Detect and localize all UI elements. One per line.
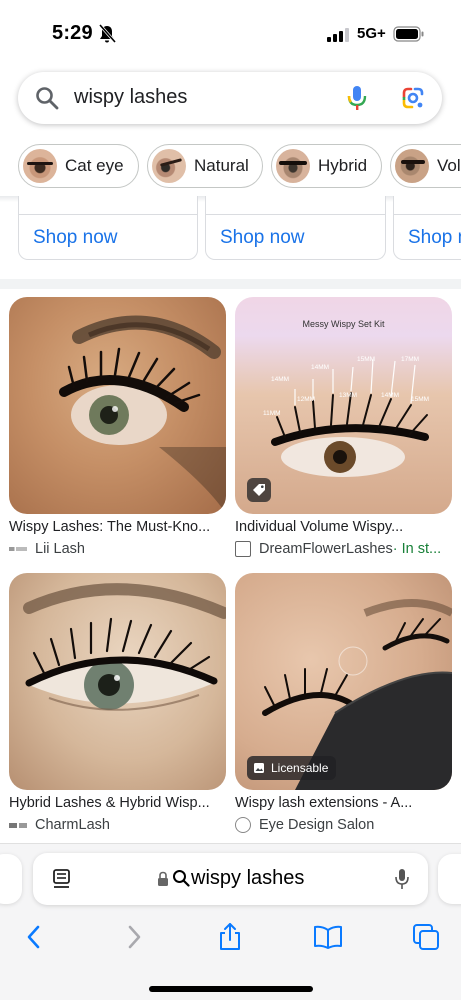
source-logo-icon: [9, 822, 27, 828]
svg-text:13MM: 13MM: [339, 392, 357, 399]
search-input[interactable]: wispy lashes: [74, 86, 187, 109]
svg-text:14MM: 14MM: [381, 392, 399, 399]
chip-thumbnail: [276, 149, 310, 183]
card-divider: [394, 214, 461, 215]
shopping-tag-badge: [247, 478, 271, 502]
svg-text:14MM: 14MM: [311, 364, 329, 371]
shop-now-link[interactable]: Shop n: [408, 227, 461, 249]
status-time: 5:29: [52, 22, 93, 44]
mic-icon[interactable]: [346, 84, 368, 112]
stock-status: · In st...: [392, 541, 442, 557]
bookmarks-button[interactable]: [308, 919, 348, 955]
mic-icon[interactable]: [394, 867, 410, 891]
card-divider: [206, 214, 385, 215]
next-tab-edge[interactable]: [438, 854, 461, 904]
result-source[interactable]: DreamFlowerLashes · In st...: [235, 541, 452, 557]
share-icon: [220, 923, 240, 950]
image-result[interactable]: Hybrid Lashes & Hybrid Wisp... CharmLash: [9, 573, 226, 833]
image-icon: [254, 763, 264, 773]
search-icon: [173, 870, 190, 887]
tag-icon: [253, 484, 265, 496]
card-divider: [19, 214, 197, 215]
shop-now-link[interactable]: Shop now: [220, 227, 305, 249]
network-label: 5G+: [357, 25, 386, 42]
chip-thumbnail: [152, 149, 186, 183]
licensable-badge[interactable]: Licensable: [247, 756, 337, 780]
lock-icon: [158, 871, 168, 886]
chip-label: Natural: [194, 156, 249, 175]
result-title[interactable]: Wispy lash extensions - A...: [235, 795, 452, 811]
svg-text:17MM: 17MM: [401, 356, 419, 363]
filter-chip-row: Cat eye Natural Hybrid Volu: [0, 144, 461, 190]
svg-text:12MM: 12MM: [297, 396, 315, 403]
image-result[interactable]: Licensable Wispy lash extensions - A... …: [235, 573, 452, 833]
source-logo-icon: [9, 547, 27, 551]
chip-label: Hybrid: [318, 156, 368, 175]
previous-tab-edge[interactable]: [0, 854, 22, 904]
address-bar[interactable]: wispy lashes: [33, 853, 428, 905]
chip-label: Volu: [437, 156, 461, 175]
shopping-card[interactable]: Shop n: [393, 196, 461, 260]
result-title[interactable]: Individual Volume Wispy...: [235, 519, 452, 535]
source-name: Eye Design Salon: [259, 817, 375, 833]
shop-now-link[interactable]: Shop now: [33, 227, 118, 249]
search-bar[interactable]: wispy lashes: [18, 72, 442, 124]
bell-slash-icon: [98, 24, 116, 43]
result-title[interactable]: Hybrid Lashes & Hybrid Wisp...: [9, 795, 226, 811]
home-indicator[interactable]: [149, 986, 313, 992]
chevron-right-icon: [128, 925, 141, 949]
image-result[interactable]: Wispy Lashes: The Must-Kno... Lii Lash: [9, 297, 226, 557]
back-button[interactable]: [14, 919, 54, 955]
source-name: DreamFlowerLashes: [259, 541, 393, 557]
source-logo-icon: [235, 541, 251, 557]
book-icon: [314, 925, 342, 949]
licensable-label: Licensable: [271, 761, 329, 775]
shopping-card[interactable]: Shop now: [18, 196, 198, 260]
result-title[interactable]: Wispy Lashes: The Must-Kno...: [9, 519, 226, 535]
svg-text:15MM: 15MM: [357, 356, 375, 363]
chip-cat-eye[interactable]: Cat eye: [18, 144, 139, 188]
search-icon[interactable]: [34, 85, 60, 111]
chip-thumbnail: [395, 149, 429, 183]
source-logo-icon: [235, 817, 251, 833]
status-bar: 5:29 5G+: [0, 0, 461, 62]
forward-button[interactable]: [114, 919, 154, 955]
source-name: CharmLash: [35, 817, 110, 833]
result-image[interactable]: [9, 573, 226, 790]
address-text[interactable]: wispy lashes: [191, 867, 304, 890]
signal-icon: [327, 28, 349, 42]
result-image[interactable]: Licensable: [235, 573, 452, 790]
eye-illustration: [59, 315, 226, 514]
lens-camera-icon[interactable]: [400, 85, 426, 111]
shopping-card[interactable]: Shop now: [205, 196, 386, 260]
svg-text:14MM: 14MM: [271, 376, 289, 383]
chip-thumbnail: [23, 149, 57, 183]
result-source[interactable]: Eye Design Salon: [235, 817, 452, 833]
tabs-icon: [413, 924, 439, 950]
chip-label: Cat eye: [65, 156, 124, 175]
chip-volume[interactable]: Volu: [390, 144, 461, 188]
result-source[interactable]: CharmLash: [9, 817, 226, 833]
svg-text:15MM: 15MM: [411, 396, 429, 403]
tabs-button[interactable]: [406, 919, 446, 955]
chip-hybrid[interactable]: Hybrid: [271, 144, 382, 188]
result-image[interactable]: Messy Wispy Set Kit 11MM 14MM 12MM 14MM …: [235, 297, 452, 514]
image-result[interactable]: Messy Wispy Set Kit 11MM 14MM 12MM 14MM …: [235, 297, 452, 557]
eye-illustration: [23, 583, 226, 711]
chip-natural[interactable]: Natural: [147, 144, 263, 188]
share-button[interactable]: [210, 919, 250, 955]
result-image[interactable]: [9, 297, 226, 514]
chevron-left-icon: [27, 925, 40, 949]
result-source[interactable]: Lii Lash: [9, 541, 226, 557]
section-separator: [0, 279, 461, 289]
battery-icon: [393, 26, 424, 42]
page-menu-icon[interactable]: [51, 868, 73, 890]
browser-bottom-bar: wispy lashes: [0, 843, 461, 1000]
svg-text:11MM: 11MM: [263, 410, 281, 417]
source-name: Lii Lash: [35, 541, 85, 557]
